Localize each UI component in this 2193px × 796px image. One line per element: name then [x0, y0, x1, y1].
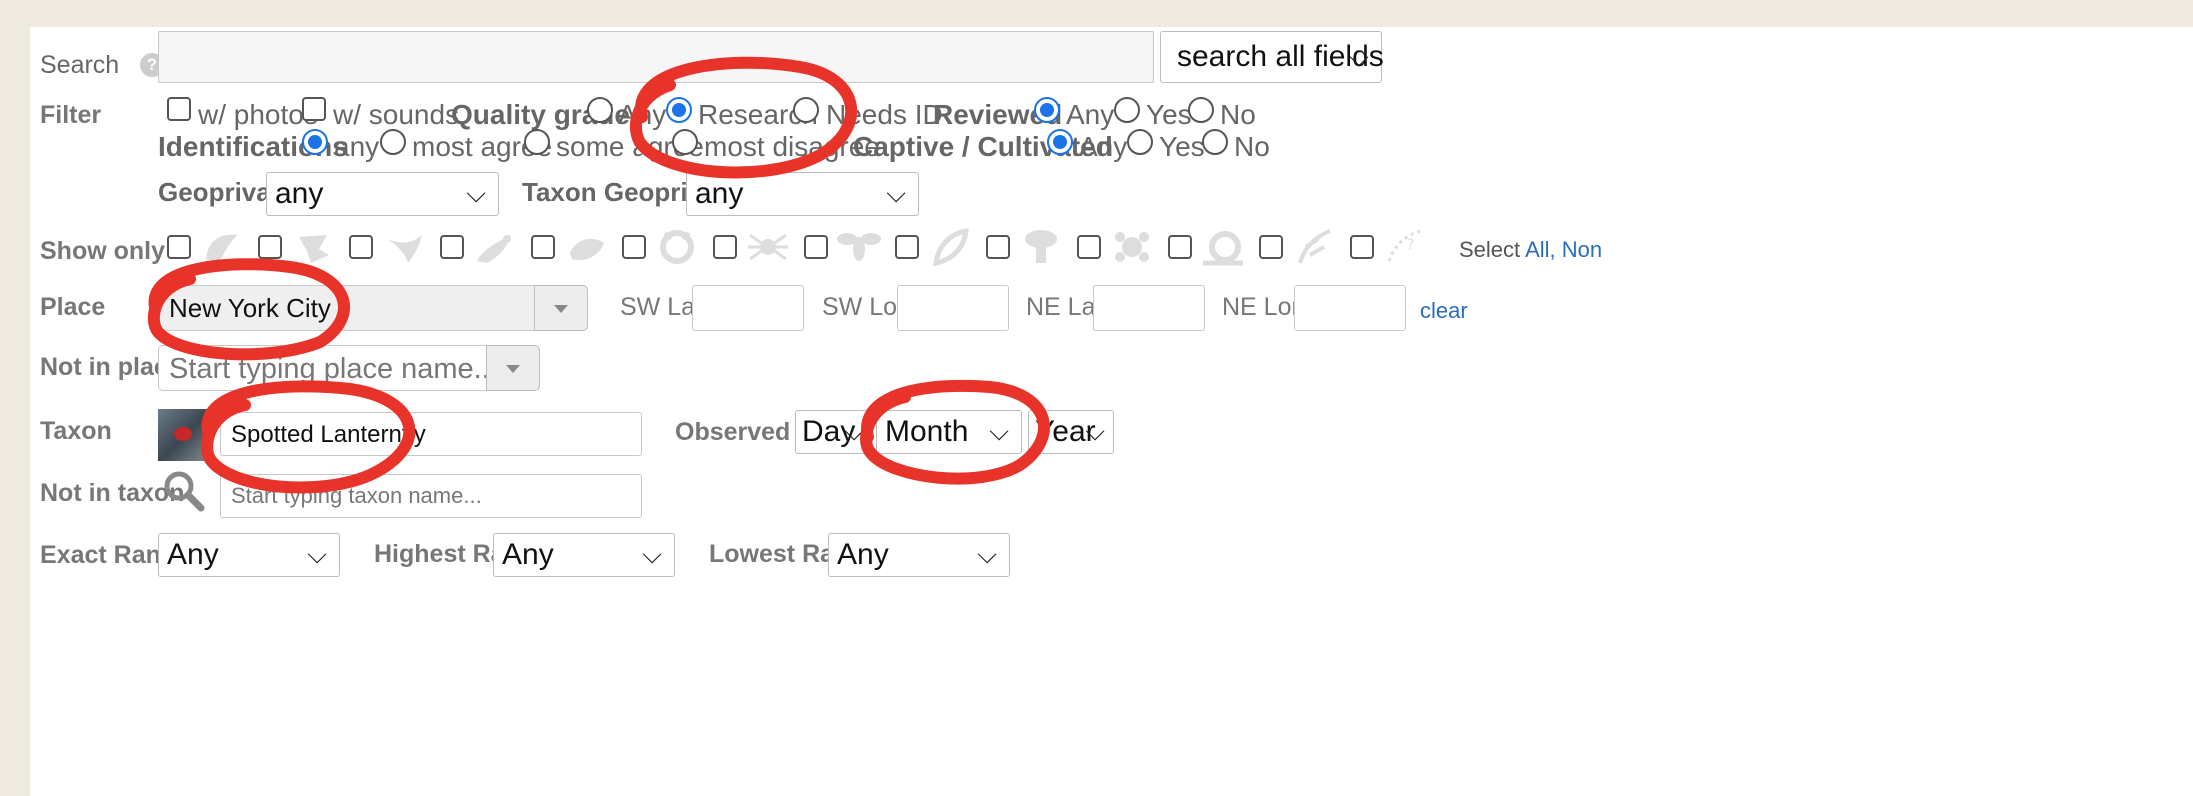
taxon-highlight-ellipse: [201, 380, 416, 494]
annotation-overlay: [147, 56, 1050, 494]
research-highlight-ellipse: [629, 56, 858, 179]
place-highlight-ellipse: [147, 258, 350, 361]
month-highlight-ellipse: [860, 379, 1050, 485]
observation-filter-panel: Search ? search all fields ⌵ Filter w/ ph…: [30, 27, 2193, 796]
